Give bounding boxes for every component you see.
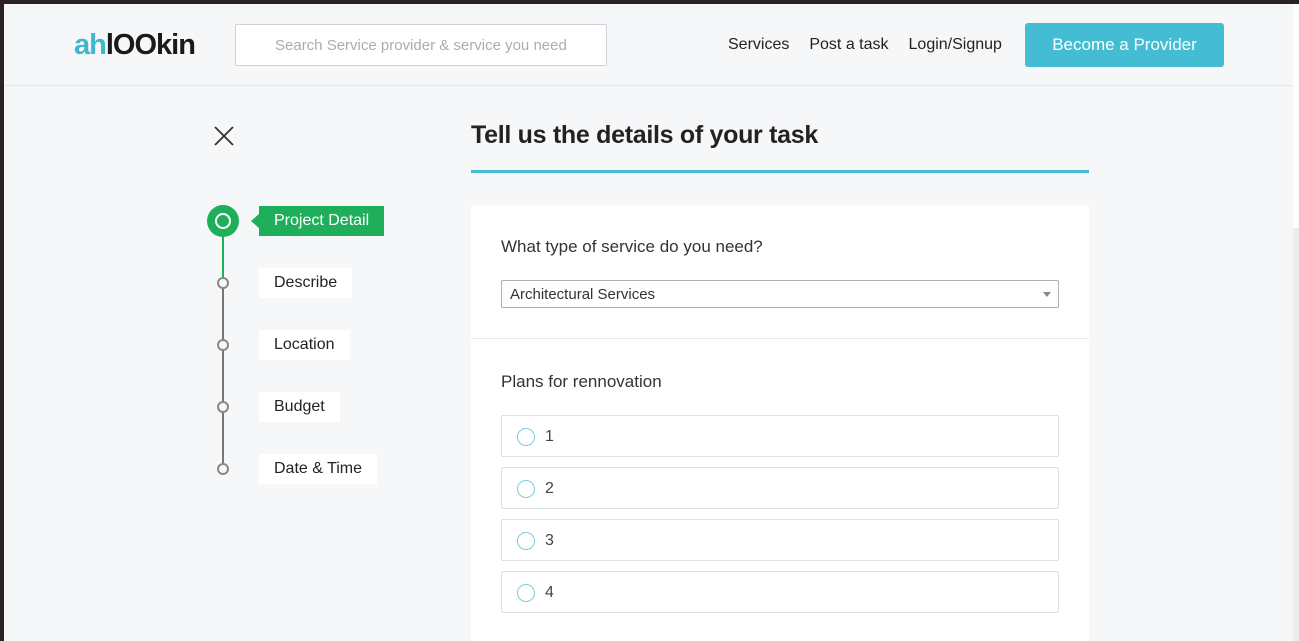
search-box (235, 24, 607, 66)
scrollbar[interactable] (1293, 4, 1299, 641)
step-dot-icon (217, 277, 229, 289)
task-form-card: What type of service do you need? Archit… (471, 205, 1089, 641)
step-project-detail[interactable]: Project Detail (250, 206, 385, 236)
service-question: What type of service do you need? (501, 237, 763, 256)
step-date-time[interactable]: Date & Time (259, 454, 378, 484)
nav-login-signup[interactable]: Login/Signup (909, 36, 1002, 54)
radio-button[interactable] (517, 532, 535, 550)
plan-option-3[interactable]: 3 (501, 519, 1059, 561)
nav-services[interactable]: Services (728, 36, 789, 54)
plan-option-2[interactable]: 2 (501, 467, 1059, 509)
close-icon[interactable] (210, 122, 238, 150)
plan-option-1[interactable]: 1 (501, 415, 1059, 457)
service-select[interactable]: Architectural Services (501, 280, 1059, 308)
step-dot-icon (217, 339, 229, 351)
header: ahlOOkin Services Post a task Login/Sign… (4, 4, 1293, 86)
chevron-down-icon (1043, 292, 1051, 297)
step-describe[interactable]: Describe (259, 268, 353, 298)
step-dot-icon (217, 463, 229, 475)
page-title: Tell us the details of your task (471, 121, 818, 149)
step-dot-icon (217, 401, 229, 413)
logo-part2: lOOkin (105, 29, 196, 61)
logo-part1: ah (74, 29, 107, 61)
main-nav: Services Post a task Login/Signup (728, 36, 1022, 54)
plan-option-label: 2 (545, 480, 554, 497)
nav-post-task[interactable]: Post a task (809, 36, 888, 54)
step-location[interactable]: Location (259, 330, 350, 360)
plans-question: Plans for rennovation (501, 372, 662, 391)
title-underline (471, 170, 1089, 173)
logo[interactable]: ahlOOkin (74, 29, 196, 62)
plan-option-4[interactable]: 4 (501, 571, 1059, 613)
plan-option-label: 4 (545, 584, 554, 601)
service-select-value: Architectural Services (510, 286, 656, 303)
search-input[interactable] (236, 25, 606, 65)
step-budget[interactable]: Budget (259, 392, 340, 422)
step-active-icon (207, 205, 239, 237)
become-provider-button[interactable]: Become a Provider (1025, 23, 1224, 67)
divider (471, 338, 1089, 339)
radio-button[interactable] (517, 480, 535, 498)
radio-button[interactable] (517, 428, 535, 446)
plan-option-label: 3 (545, 532, 554, 549)
plan-option-label: 1 (545, 428, 554, 445)
page: ahlOOkin Services Post a task Login/Sign… (4, 4, 1293, 641)
radio-button[interactable] (517, 584, 535, 602)
